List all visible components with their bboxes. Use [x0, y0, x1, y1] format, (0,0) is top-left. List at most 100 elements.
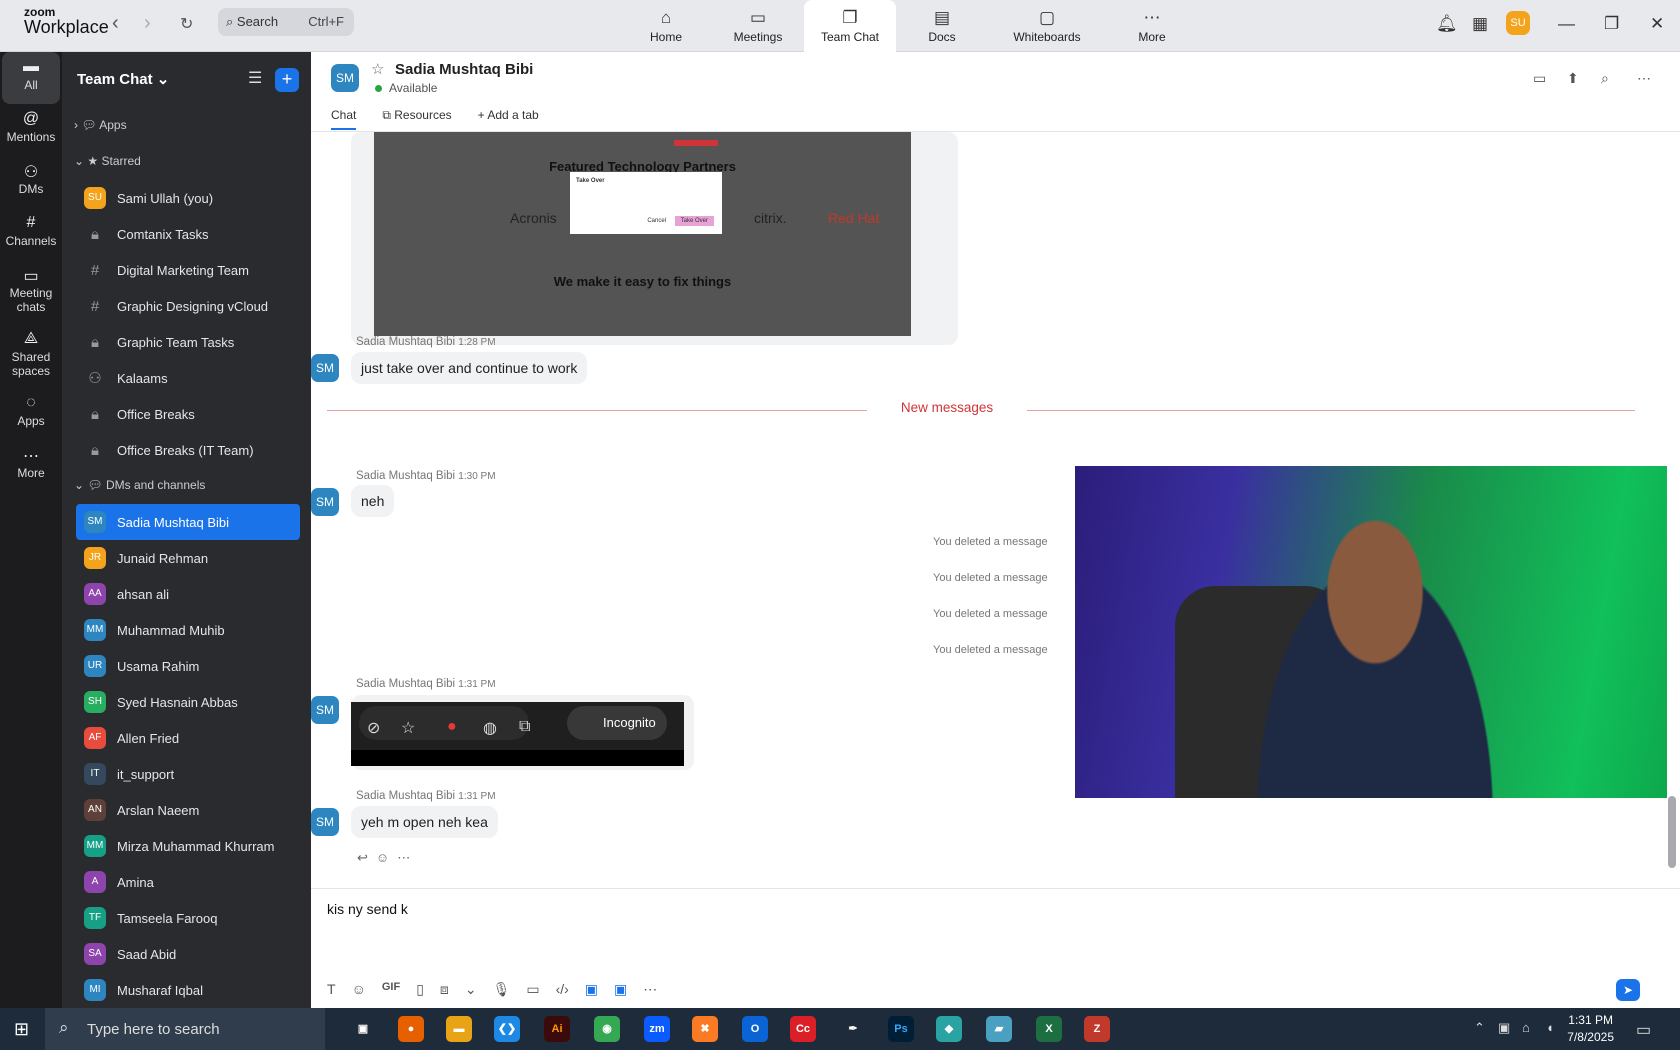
code-icon[interactable]: ‹/›	[556, 981, 569, 998]
contact-name[interactable]: Sadia Mushtaq Bibi	[395, 61, 533, 78]
gif-icon[interactable]: GIF	[382, 981, 400, 998]
star-icon[interactable]: ☆	[371, 60, 384, 78]
share-screen-icon[interactable]: ⬆	[1567, 70, 1579, 87]
browser-toolbar-image[interactable]: ⊘ ☆ ● ◍ ⧉ Incognito	[351, 695, 694, 770]
chrome-icon[interactable]: ◉	[594, 1016, 620, 1042]
message-avatar[interactable]: SM	[311, 808, 339, 836]
message-bubble[interactable]: neh	[351, 485, 395, 517]
send-button[interactable]: ➤	[1616, 979, 1640, 1001]
history-icon[interactable]: ↻	[180, 14, 193, 34]
volume-icon[interactable]: ◖	[1546, 1020, 1554, 1035]
taskbar-clock[interactable]: 1:31 PM 7/8/2025	[1567, 1012, 1614, 1046]
rail-apps[interactable]: ◌ Apps	[0, 388, 62, 440]
pen-tool-icon[interactable]: ✒	[840, 1016, 866, 1042]
more-options-icon[interactable]: ⋯	[1637, 70, 1651, 87]
tab-chat[interactable]: Chat	[331, 108, 357, 130]
video-message-icon[interactable]: ▭	[526, 981, 539, 998]
vscode-icon[interactable]: ❮❯	[494, 1016, 520, 1042]
dm-item[interactable]: A Amina	[62, 864, 311, 900]
rail-dms[interactable]: ⚇ DMs	[0, 156, 62, 208]
nav-docs[interactable]: ▤ Docs	[896, 0, 988, 52]
compose-input[interactable]: kis ny send k	[327, 901, 408, 917]
starred-item[interactable]: SU Sami Ullah (you)	[62, 180, 311, 216]
reply-icon[interactable]: ↩	[357, 850, 376, 865]
tab-resources[interactable]: ⧉ Resources	[382, 108, 451, 130]
section-apps[interactable]: › 💬︎ Apps	[62, 108, 311, 144]
video-call-icon[interactable]: ▭	[1533, 70, 1546, 87]
starred-item[interactable]: 🔒︎ Office Breaks	[62, 396, 311, 432]
nav-home[interactable]: ⌂ Home	[620, 0, 712, 52]
maximize-icon[interactable]: ❐	[1604, 14, 1619, 34]
feed-scrollbar[interactable]	[1668, 132, 1676, 872]
dm-item[interactable]: AN Arslan Naeem	[62, 792, 311, 828]
rail-mentions[interactable]: @ Mentions	[0, 104, 62, 156]
mic-icon[interactable]: 🎙︎	[493, 981, 511, 998]
starred-item[interactable]: 🔒︎ Comtanix Tasks	[62, 216, 311, 252]
message-avatar[interactable]: SM	[311, 354, 339, 382]
creative-cloud-icon[interactable]: Cc	[790, 1016, 816, 1042]
search-icon[interactable]: ⌕	[1601, 70, 1609, 87]
dm-item[interactable]: MI Musharaf Iqbal	[62, 972, 311, 1008]
zoom-logo[interactable]: zoom Workplace	[24, 6, 109, 36]
message-avatar[interactable]: SM	[311, 696, 339, 724]
message-bubble[interactable]: just take over and continue to work	[351, 352, 588, 384]
dm-item[interactable]: SA Saad Abid	[62, 936, 311, 972]
nav-whiteboards[interactable]: ▢ Whiteboards	[988, 0, 1106, 52]
zoom-icon[interactable]: zm	[644, 1016, 670, 1042]
starred-item[interactable]: ⚇ Kalaams	[62, 360, 311, 396]
nav-meetings[interactable]: ▭ Meetings	[712, 0, 804, 52]
dm-item[interactable]: MM Muhammad Muhib	[62, 612, 311, 648]
app-tool-icon[interactable]: ▰	[986, 1016, 1012, 1042]
xampp-icon[interactable]: ✖	[692, 1016, 718, 1042]
rail-more[interactable]: ⋯ More	[0, 440, 62, 492]
emoji-icon[interactable]: ☺	[376, 850, 397, 865]
scrollbar-thumb[interactable]	[1668, 796, 1676, 868]
illustrator-icon[interactable]: Ai	[544, 1016, 570, 1042]
file-icon[interactable]: ▯	[416, 981, 424, 998]
format-text-icon[interactable]: T	[327, 981, 336, 998]
new-chat-button[interactable]: +	[275, 68, 299, 92]
outlook-icon[interactable]: O	[742, 1016, 768, 1042]
message-avatar[interactable]: SM	[311, 488, 339, 516]
app-icon[interactable]: ▣	[585, 981, 598, 998]
back-arrow-icon[interactable]: ‹	[112, 12, 119, 35]
more-icon[interactable]: ⋯	[397, 850, 418, 865]
dm-item[interactable]: SH Syed Hasnain Abbas	[62, 684, 311, 720]
starred-item[interactable]: # Digital Marketing Team	[62, 252, 311, 288]
photoshop-icon[interactable]: Ps	[888, 1016, 914, 1042]
bell-icon[interactable]: 🔔︎	[1436, 14, 1458, 34]
emoji-icon[interactable]: ☺	[352, 981, 366, 998]
video-overlay[interactable]	[1075, 466, 1667, 798]
section-starred[interactable]: ⌄ ★ Starred	[62, 144, 311, 180]
notification-icon[interactable]: ▭	[1636, 1020, 1651, 1040]
dm-item[interactable]: MM Mirza Muhammad Khurram	[62, 828, 311, 864]
user-avatar[interactable]: SU	[1506, 11, 1530, 35]
search-box[interactable]: ⌕ Search Ctrl+F	[218, 8, 354, 36]
starred-item[interactable]: 🔒︎ Graphic Team Tasks	[62, 324, 311, 360]
rail-shared-spaces[interactable]: ⟁ Shared spaces	[0, 324, 62, 388]
message-bubble[interactable]: yeh m open neh kea	[351, 806, 498, 838]
forward-arrow-icon[interactable]: ›	[144, 12, 151, 35]
screenshot-icon[interactable]: ⧈	[440, 981, 449, 998]
minimize-icon[interactable]: —	[1558, 14, 1575, 34]
sidebar-title[interactable]: Team Chat ⌄	[77, 70, 169, 88]
nav-more[interactable]: ⋯ More	[1106, 0, 1198, 52]
more-icon[interactable]: ⋯	[643, 981, 657, 998]
firefox-icon[interactable]: ●	[398, 1016, 424, 1042]
dm-item[interactable]: IT it_support	[62, 756, 311, 792]
close-icon[interactable]: ✕	[1650, 14, 1664, 34]
starred-item[interactable]: # Graphic Designing vCloud	[62, 288, 311, 324]
dm-item[interactable]: AF Allen Fried	[62, 720, 311, 756]
network-icon[interactable]: ⌂	[1522, 1020, 1530, 1035]
image-attachment[interactable]: Featured Technology Partners Acronis cit…	[351, 132, 958, 345]
dm-item[interactable]: UR Usama Rahim	[62, 648, 311, 684]
starred-item[interactable]: 🔒︎ Office Breaks (IT Team)	[62, 432, 311, 468]
folder-icon[interactable]: ▬	[446, 1016, 472, 1042]
excel-icon[interactable]: X	[1036, 1016, 1062, 1042]
chevron-down-icon[interactable]: ⌄	[465, 981, 477, 998]
nav-team-chat[interactable]: ❐ Team Chat	[804, 0, 896, 52]
task-view-icon[interactable]: ▣	[350, 1016, 376, 1042]
app-diamond-icon[interactable]: ◆	[936, 1016, 962, 1042]
chevron-up-icon[interactable]: ⌃	[1474, 1020, 1485, 1036]
filter-icon[interactable]: ☰	[248, 68, 262, 88]
